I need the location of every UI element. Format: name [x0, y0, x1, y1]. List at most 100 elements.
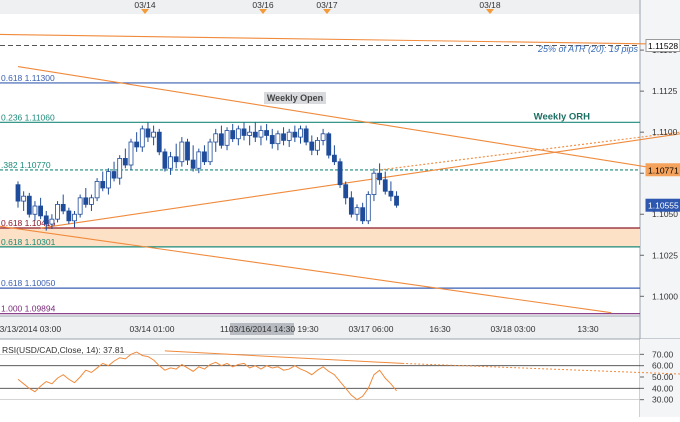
chart-stage: 03/14 03/16 03/17 03/18 0.618 1.11300 0.236 1… [0, 0, 680, 417]
x-tick-label: 03/16/2014 14:30 [229, 324, 295, 334]
candle-body [122, 158, 128, 166]
candle-body [348, 197, 354, 215]
x-tick-label: 03/14 01:00 [130, 324, 175, 334]
candle-body [382, 179, 388, 192]
candle-body [134, 141, 140, 148]
candle-body [213, 133, 219, 143]
candle-body [354, 207, 360, 215]
top-date-label: 03/16 [252, 0, 274, 10]
rsi-y-tick-label: 30.00 [652, 395, 674, 405]
candle-body [139, 128, 145, 148]
x-tick-label: 03/18 03:00 [491, 324, 536, 334]
candle-body [360, 207, 366, 222]
candle-body [218, 133, 224, 146]
fib-level-label: .382 1.10770 [1, 160, 51, 170]
candle-body [26, 195, 32, 215]
fib-level-label: 0.236 1.11060 [1, 112, 55, 122]
candle-body [320, 133, 326, 141]
y-tick-label: 1.1000 [652, 291, 678, 301]
x-tick-label: 19:30 [297, 324, 319, 334]
candle-body [168, 156, 173, 169]
x-tick-label: 03/17 06:00 [349, 324, 394, 334]
candle-body [281, 133, 286, 141]
candle-body [377, 172, 383, 181]
fib-level-label: 0.618 1.11300 [1, 73, 55, 83]
candle-body [394, 195, 399, 206]
price-tag-label: 1.10771 [648, 165, 679, 175]
candle-body [55, 203, 60, 220]
candle-body [111, 171, 117, 179]
candle-body [331, 154, 337, 163]
rsi-y-tick-label: 60.00 [652, 361, 674, 371]
candle-body [94, 181, 100, 199]
candle-body [60, 203, 66, 212]
candle-body [196, 151, 202, 169]
candle-body [371, 172, 377, 195]
candle-body [15, 184, 21, 202]
candle-body [298, 128, 303, 138]
rsi-title: RSI(USD/CAD,Close, 14): 37.81 [2, 345, 125, 355]
candle-body [275, 133, 281, 145]
candle-body [106, 171, 111, 189]
x-tick-label: 16:30 [429, 324, 451, 334]
candle-body [89, 197, 94, 205]
candle-body [286, 131, 292, 141]
candle-body [43, 215, 49, 225]
candle-body [235, 128, 241, 140]
x-tick-label: 03/13/2014 03:00 [0, 324, 61, 334]
candle-body [100, 181, 106, 189]
y-tick-label: 1.1100 [652, 127, 678, 137]
fib-level-label: 0.618 1.10301 [1, 237, 56, 247]
candle-body [224, 130, 230, 146]
candle-body [252, 131, 258, 138]
candle-body [49, 218, 55, 225]
rsi-y-tick-label: 50.00 [652, 372, 674, 382]
candle-body [365, 194, 371, 222]
atr-annotation: 25% of ATR (20): 19 pips [537, 44, 639, 54]
candle-body [162, 151, 168, 169]
candle-body [32, 205, 38, 215]
top-date-label: 03/17 [316, 0, 338, 10]
y-tick-label: 1.1125 [652, 86, 678, 96]
candle-body [128, 141, 134, 166]
fib-level-label: 0.618 1.10050 [1, 278, 56, 288]
candle-body [202, 151, 207, 163]
rsi-y-tick-label: 40.00 [652, 383, 674, 393]
candle-body [292, 131, 298, 138]
candle-body [258, 130, 264, 138]
price-tag-label: 1.10555 [648, 201, 679, 211]
candle-body [264, 130, 270, 136]
candle-body [21, 195, 27, 202]
candle-body [190, 159, 196, 169]
price-tag-label: 1.11528 [648, 41, 678, 51]
candle-body [38, 205, 43, 217]
candle-body [83, 197, 89, 205]
candle-body [72, 213, 77, 222]
support-zone [0, 228, 640, 247]
candle-body [179, 141, 185, 163]
candle-body [315, 139, 320, 151]
candle-body [117, 158, 123, 179]
weekly-orh-label: Weekly ORH [534, 111, 590, 122]
x-tick-label: 13:30 [577, 324, 599, 334]
fib-level-label: 1.000 1.09894 [1, 304, 56, 314]
candle-body [309, 141, 315, 151]
candle-body [185, 141, 190, 161]
x-axis-bar [0, 316, 640, 339]
top-date-label: 03/14 [134, 0, 156, 10]
candle-body [303, 128, 309, 143]
candle-body [77, 197, 83, 215]
candle-body [151, 131, 157, 138]
candle-body [173, 156, 179, 163]
rsi-y-tick-label: 70.00 [652, 349, 674, 359]
weekly-open-label: Weekly Open [267, 93, 323, 103]
candle-body [337, 161, 343, 186]
top-date-label: 03/18 [479, 0, 501, 10]
candle-body [343, 184, 349, 199]
candle-body [145, 128, 151, 138]
candle-body [156, 131, 162, 153]
candle-body [247, 131, 253, 136]
candle-body [326, 133, 332, 156]
candle-body [269, 135, 275, 145]
candle-body [241, 128, 247, 136]
